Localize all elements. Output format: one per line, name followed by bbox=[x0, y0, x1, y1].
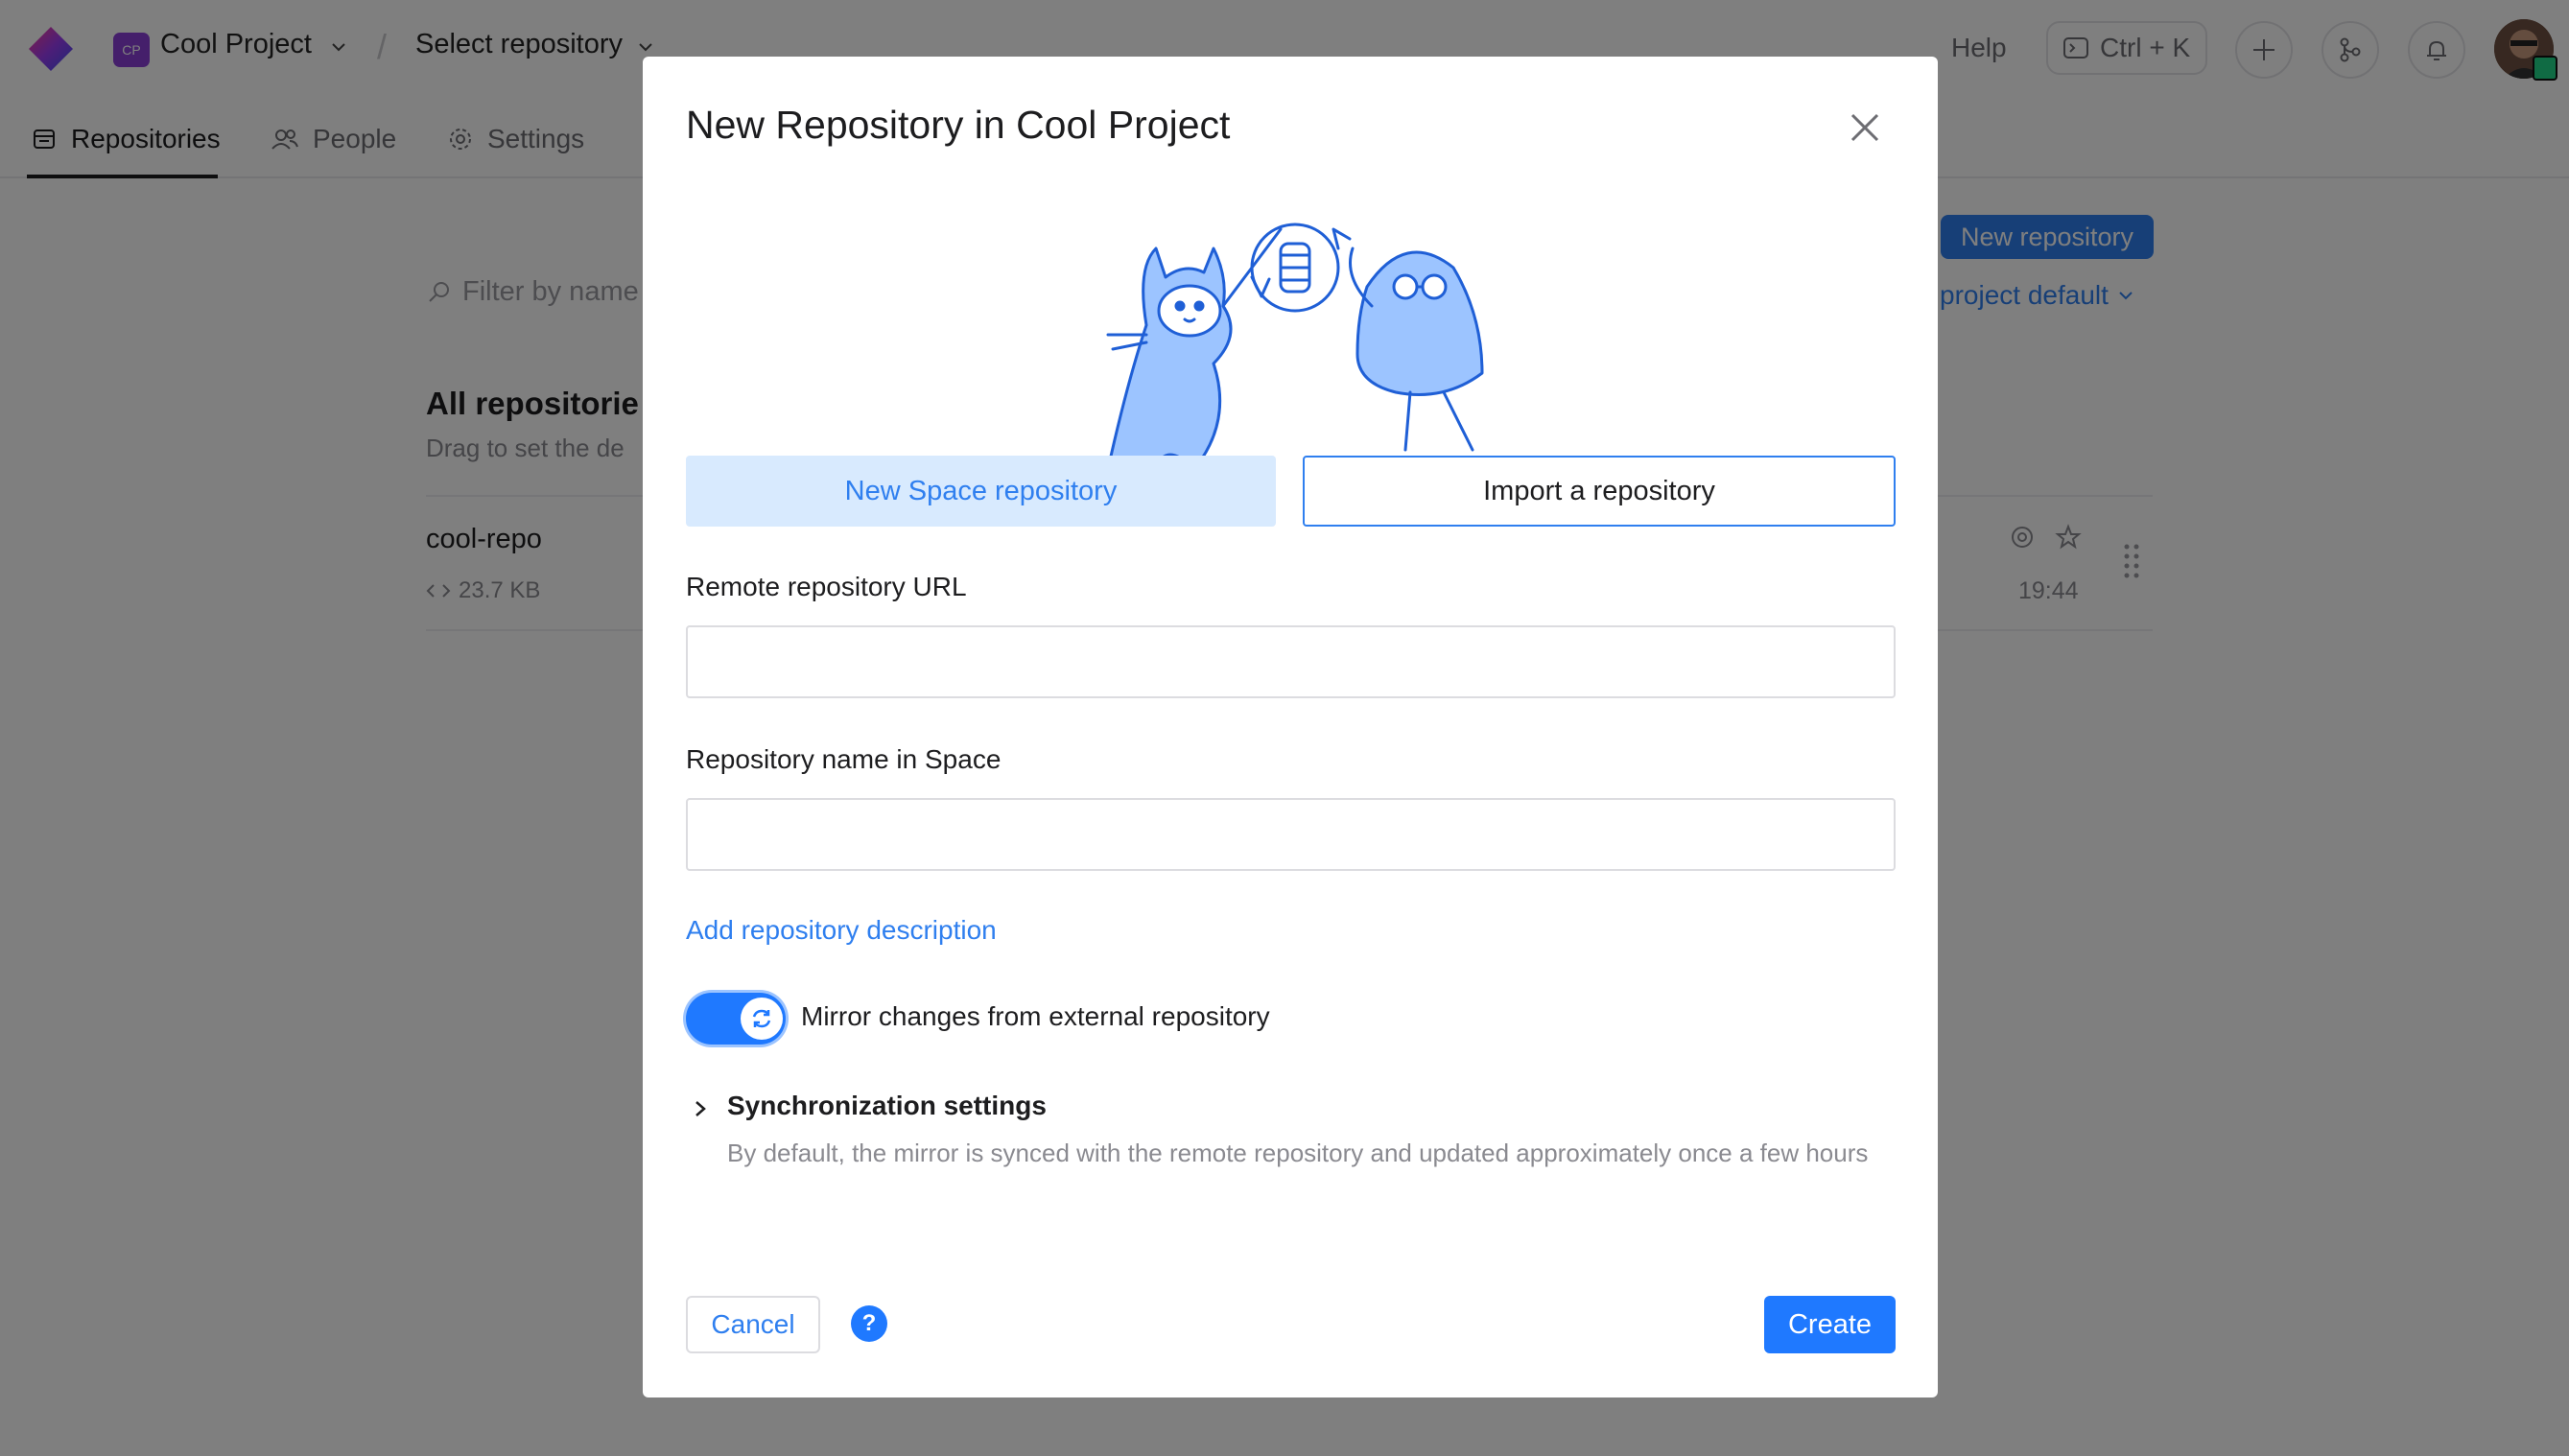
help-icon[interactable]: ? bbox=[851, 1305, 887, 1342]
repository-name-input[interactable] bbox=[686, 798, 1896, 871]
new-repository-dialog: New Repository in Cool Project New Space… bbox=[643, 57, 1938, 1397]
new-space-repository-tab[interactable]: New Space repository bbox=[686, 456, 1276, 527]
mirror-toggle[interactable] bbox=[686, 993, 786, 1045]
repository-name-label: Repository name in Space bbox=[686, 744, 1002, 774]
close-icon bbox=[1850, 113, 1879, 142]
sync-settings-description: By default, the mirror is synced with th… bbox=[727, 1139, 1869, 1167]
chevron-right-icon[interactable] bbox=[691, 1097, 710, 1120]
import-repository-tab[interactable]: Import a repository bbox=[1303, 456, 1896, 527]
sync-settings-toggle[interactable]: Synchronization settings bbox=[727, 1091, 1047, 1121]
mirror-label: Mirror changes from external repository bbox=[801, 1001, 1270, 1031]
create-button[interactable]: Create bbox=[1764, 1296, 1896, 1353]
toggle-knob bbox=[741, 998, 783, 1040]
mascot-illustration bbox=[1106, 223, 1484, 471]
sync-icon bbox=[752, 1009, 771, 1028]
dialog-title: New Repository in Cool Project bbox=[686, 103, 1231, 147]
add-description-link[interactable]: Add repository description bbox=[686, 915, 997, 946]
close-button[interactable] bbox=[1844, 106, 1886, 149]
cancel-button[interactable]: Cancel bbox=[686, 1296, 820, 1353]
remote-url-input[interactable] bbox=[686, 625, 1896, 698]
remote-url-label: Remote repository URL bbox=[686, 572, 967, 601]
